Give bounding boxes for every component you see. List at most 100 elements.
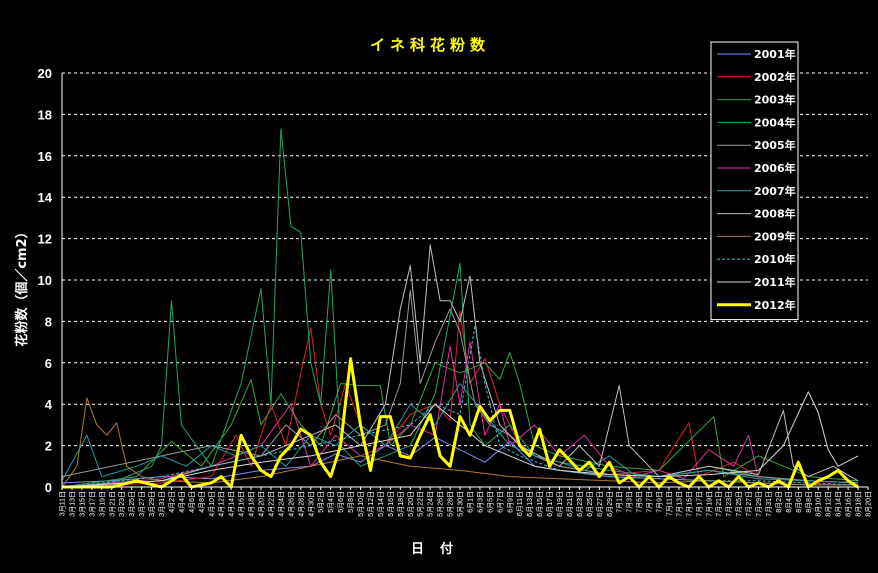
x-tick-label: 4月16日 [238,491,246,517]
x-tick-label: 4月6日 [188,491,196,513]
x-axis-ticks: 3月11日 3月13日 3月15日 3月17日 3月19日 3月21日 3月23日 3月25日… [59,487,873,517]
x-tick-label: 3月17日 [88,491,96,517]
x-tick-label: 7月31日 [765,491,773,517]
x-tick-label: 7月9日 [656,491,664,513]
x-tick-label: 4月28日 [297,491,305,517]
y-tick-label: 4 [45,397,53,412]
y-tick-label: 10 [38,273,52,288]
x-tick-label: 5月26日 [437,491,445,517]
chart-title: イネ科花粉数 [370,36,490,54]
x-tick-label: 6月21日 [566,491,574,517]
legend-label: 2001年 [754,47,796,61]
x-tick-label: 6月9日 [506,491,514,513]
x-tick-label: 7月1日 [616,491,624,513]
x-tick-label: 6月11日 [516,491,524,516]
x-tick-label: 3月13日 [68,491,76,517]
x-tick-label: 4月26日 [287,491,295,517]
pollen-line-chart: イネ科花粉数 0 2 4 6 8 10 12 14 16 18 20 3月11日 3月13日 3月15日… [14,36,873,557]
x-tick-label: 4月4日 [178,491,186,513]
x-tick-label: 4月18日 [248,491,256,517]
x-tick-label: 5月2日 [317,491,325,513]
x-tick-label: 4月2日 [168,491,176,513]
x-tick-label: 7月13日 [675,491,683,517]
x-tick-label: 4月24日 [277,491,285,517]
x-tick-label: 8月18日 [855,491,863,517]
x-tick-label: 7月27日 [745,491,753,517]
x-tick-label: 5月14日 [377,491,385,517]
x-tick-label: 6月17日 [546,491,554,517]
y-axis-ticks: 0 2 4 6 8 10 12 14 16 18 20 [38,66,53,495]
x-tick-label: 7月21日 [715,491,723,517]
x-tick-label: 6月23日 [576,491,584,517]
x-tick-label: 6月25日 [586,491,594,517]
x-tick-label: 8月14日 [835,491,843,517]
x-tick-label: 5月28日 [447,491,455,517]
legend-label: 2006年 [754,161,796,175]
x-tick-label: 5月22日 [417,491,425,517]
legend-label: 2010年 [754,252,796,266]
legend-label: 2009年 [754,229,796,243]
x-tick-label: 5月6日 [337,491,345,513]
y-tick-label: 0 [45,480,52,495]
x-tick-label: 3月11日 [59,491,67,516]
legend-label: 2007年 [754,184,796,198]
x-tick-label: 4月30日 [307,491,315,517]
x-tick-label: 3月21日 [108,491,116,517]
y-axis-label: 花粉数（個／cm2） [14,225,30,346]
y-tick-label: 20 [38,66,52,81]
x-tick-label: 7月25日 [735,491,743,517]
x-tick-label: 3月15日 [78,491,86,517]
legend-label: 2003年 [754,93,796,107]
x-tick-label: 8月20日 [865,491,873,517]
x-tick-label: 6月13日 [526,491,534,517]
y-tick-label: 8 [45,314,52,329]
x-axis-label: 日付 [411,541,469,557]
x-tick-label: 8月16日 [845,491,853,517]
x-tick-label: 7月11日 [665,491,673,516]
x-tick-label: 7月7日 [646,491,654,513]
x-tick-label: 8月4日 [785,491,793,513]
series-line [61,325,859,488]
x-tick-label: 6月3日 [476,491,484,513]
x-tick-label: 4月20日 [258,491,266,517]
legend-label: 2002年 [754,70,796,84]
x-tick-label: 6月1日 [466,491,474,513]
x-tick-label: 7月15日 [685,491,693,517]
x-tick-label: 6月15日 [536,491,544,517]
x-tick-label: 5月20日 [407,491,415,517]
x-tick-label: 5月4日 [327,491,335,513]
legend-label: 2005年 [754,138,796,152]
x-tick-label: 5月8日 [347,491,355,513]
x-tick-label: 5月18日 [397,491,405,517]
legend-label: 2011年 [754,275,796,289]
x-tick-label: 8月10日 [815,491,823,517]
y-tick-label: 16 [38,149,52,164]
x-tick-label: 7月19日 [705,491,713,517]
x-tick-label: 8月12日 [825,491,833,517]
x-tick-label: 3月27日 [138,491,146,517]
x-tick-label: 4月14日 [228,491,236,517]
x-tick-label: 4月10日 [208,491,216,517]
x-tick-label: 3月25日 [128,491,136,517]
legend-label: 2004年 [754,115,796,129]
x-tick-label: 3月23日 [118,491,126,517]
x-tick-label: 7月3日 [626,491,634,513]
y-tick-label: 12 [38,232,52,247]
y-tick-label: 6 [45,356,52,371]
x-tick-label: 5月12日 [367,491,375,517]
x-tick-label: 8月6日 [795,491,803,513]
legend: 2001年 2002年 2003年 2004年 2005年 2006年 2007年 2008年… [710,41,799,321]
x-tick-label: 4月22日 [267,491,275,517]
x-tick-label: 3月29日 [148,491,156,517]
y-tick-label: 18 [38,107,52,122]
x-tick-label: 6月7日 [496,491,504,513]
x-tick-label: 7月23日 [725,491,733,517]
x-tick-label: 6月19日 [556,491,564,517]
x-tick-label: 5月16日 [387,491,395,517]
x-tick-label: 4月12日 [218,491,226,517]
x-tick-label: 7月5日 [636,491,644,513]
series-line [61,310,859,488]
x-tick-label: 3月19日 [98,491,106,517]
x-tick-label: 8月8日 [805,491,813,513]
legend-label: 2008年 [754,207,796,221]
